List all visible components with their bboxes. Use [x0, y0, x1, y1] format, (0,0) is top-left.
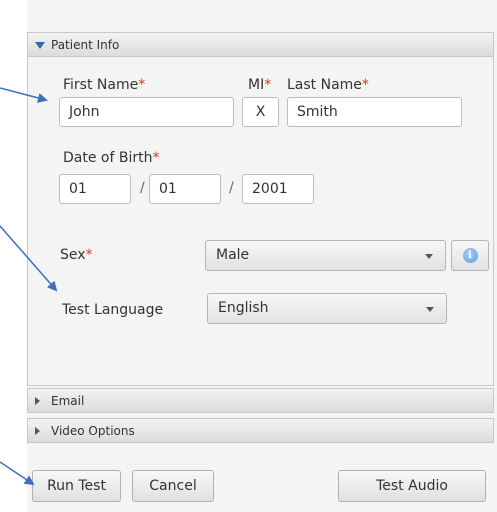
- patient-info-panel: First Name* MI* Last Name* John X Smith …: [27, 57, 494, 386]
- last-name-field[interactable]: Smith: [287, 97, 462, 127]
- test-language-dropdown[interactable]: English: [207, 293, 447, 324]
- test-audio-button[interactable]: Test Audio: [338, 470, 486, 502]
- patient-info-header[interactable]: Patient Info: [27, 32, 494, 57]
- collapsed-triangle-icon: [35, 394, 47, 408]
- mi-field[interactable]: X: [242, 97, 279, 127]
- dropdown-caret-icon: [425, 254, 433, 259]
- dob-separator: /: [229, 180, 234, 196]
- video-options-title: Video Options: [51, 423, 135, 438]
- collapsed-triangle-icon: [35, 424, 47, 438]
- dob-year-field[interactable]: 2001: [242, 174, 314, 204]
- first-name-field[interactable]: John: [59, 97, 234, 127]
- dob-label: Date of Birth*: [63, 150, 160, 166]
- mi-label: MI*: [248, 77, 272, 93]
- sex-info-button[interactable]: i: [451, 240, 489, 271]
- cancel-button[interactable]: Cancel: [132, 470, 214, 502]
- sex-dropdown[interactable]: Male: [205, 240, 446, 271]
- test-language-label: Test Language: [62, 302, 164, 318]
- info-icon: i: [462, 248, 478, 263]
- run-test-button[interactable]: Run Test: [32, 470, 121, 502]
- patient-info-title: Patient Info: [51, 37, 120, 52]
- dob-month-field[interactable]: 01: [59, 174, 131, 204]
- email-header[interactable]: Email: [27, 388, 494, 413]
- patient-dialog: Patient Info First Name* MI* Last Name* …: [27, 0, 497, 512]
- video-options-header[interactable]: Video Options: [27, 418, 494, 443]
- email-title: Email: [51, 393, 85, 408]
- dob-separator: /: [140, 180, 145, 196]
- test-language-value: English: [218, 300, 269, 316]
- first-name-label: First Name*: [63, 77, 146, 93]
- sex-label: Sex*: [60, 247, 93, 263]
- dropdown-caret-icon: [426, 307, 434, 312]
- expanded-triangle-icon: [35, 38, 47, 52]
- dob-day-field[interactable]: 01: [149, 174, 221, 204]
- sex-value: Male: [216, 247, 250, 263]
- last-name-label: Last Name*: [287, 77, 369, 93]
